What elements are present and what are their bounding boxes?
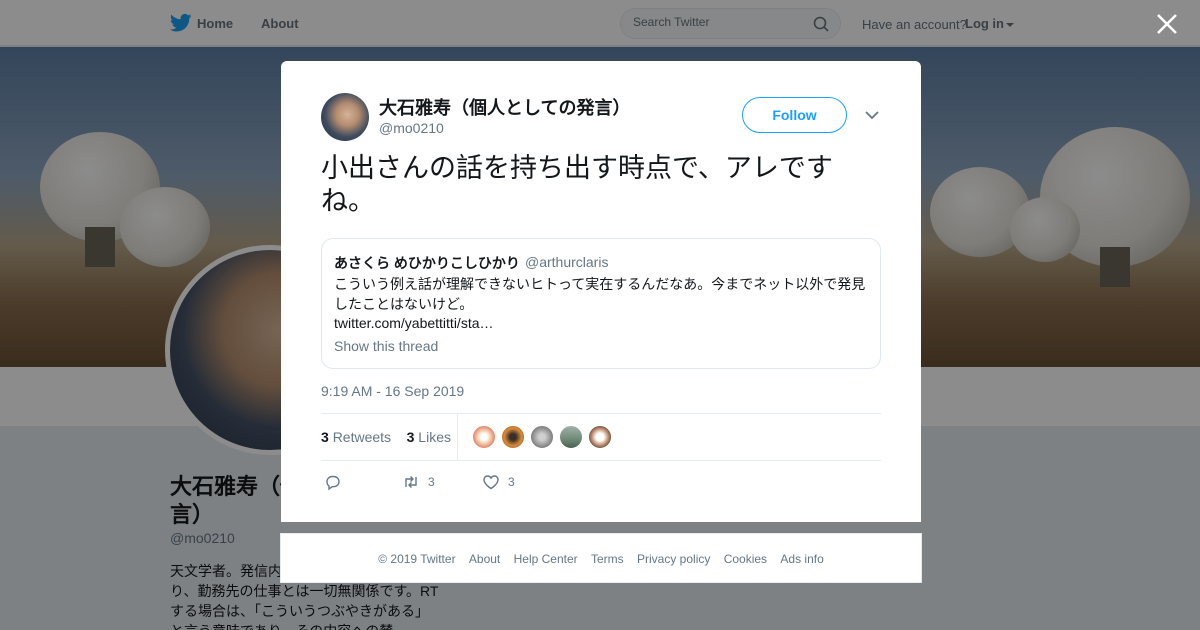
reply-icon xyxy=(326,475,340,491)
close-icon[interactable] xyxy=(1155,12,1179,36)
avatar[interactable] xyxy=(321,93,369,141)
tweet-stats: 3 Retweets 3 Likes xyxy=(321,429,451,445)
liker-avatar[interactable] xyxy=(588,425,612,449)
footer-copyright: © 2019 Twitter xyxy=(378,552,456,566)
footer-help[interactable]: Help Center xyxy=(514,552,578,566)
tweet-modal: 大石雅寿（個人としての発言） @mo0210 Follow 小出さんの話を持ち出… xyxy=(281,61,921,522)
footer-terms[interactable]: Terms xyxy=(591,552,624,566)
liker-avatar[interactable] xyxy=(472,425,496,449)
quoted-text: こういう例え話が理解できないヒトって実在するんだなあ。今までネット以外で発見した… xyxy=(334,276,866,312)
show-thread-link[interactable]: Show this thread xyxy=(334,338,438,354)
retweet-count: 3 xyxy=(428,475,435,489)
reply-action[interactable] xyxy=(324,473,342,491)
footer-privacy[interactable]: Privacy policy xyxy=(637,552,710,566)
retweet-action[interactable]: 3 xyxy=(402,473,435,491)
footer-ads[interactable]: Ads info xyxy=(780,552,823,566)
like-action[interactable]: 3 xyxy=(482,473,515,491)
quoted-author-handle: @arthurclaris xyxy=(525,254,609,270)
chevron-down-icon[interactable] xyxy=(865,110,879,120)
like-count: 3 xyxy=(508,475,515,489)
liker-avatar[interactable] xyxy=(530,425,554,449)
retweets-count: 3 xyxy=(321,429,329,445)
quoted-author-name: あさくら めひかりこしひかり xyxy=(334,255,520,271)
footer-links: © 2019 Twitter About Help Center Terms P… xyxy=(281,552,921,566)
author-name[interactable]: 大石雅寿（個人としての発言） xyxy=(379,94,630,120)
modal-footer: © 2019 Twitter About Help Center Terms P… xyxy=(280,533,922,583)
divider xyxy=(457,414,458,460)
author-handle[interactable]: @mo0210 xyxy=(379,120,444,136)
like-icon xyxy=(483,475,499,490)
likes-count: 3 xyxy=(406,429,415,445)
footer-about[interactable]: About xyxy=(469,552,500,566)
retweets-label[interactable]: Retweets xyxy=(333,429,391,445)
liker-avatar[interactable] xyxy=(559,425,583,449)
divider xyxy=(321,413,881,414)
footer-cookies[interactable]: Cookies xyxy=(724,552,767,566)
retweet-icon xyxy=(405,476,417,488)
divider xyxy=(321,460,881,461)
tweet-timestamp[interactable]: 9:19 AM - 16 Sep 2019 xyxy=(321,383,464,399)
follow-button[interactable]: Follow xyxy=(742,97,847,133)
likes-label[interactable]: Likes xyxy=(418,429,451,445)
liker-avatar[interactable] xyxy=(501,425,525,449)
quoted-link[interactable]: twitter.com/yabettitti/sta… xyxy=(334,315,494,331)
quoted-tweet[interactable]: あさくら めひかりこしひかり @arthurclaris こういう例え話が理解で… xyxy=(321,238,881,369)
tweet-text: 小出さんの話を持ち出す時点で、アレですね。 xyxy=(321,153,833,216)
